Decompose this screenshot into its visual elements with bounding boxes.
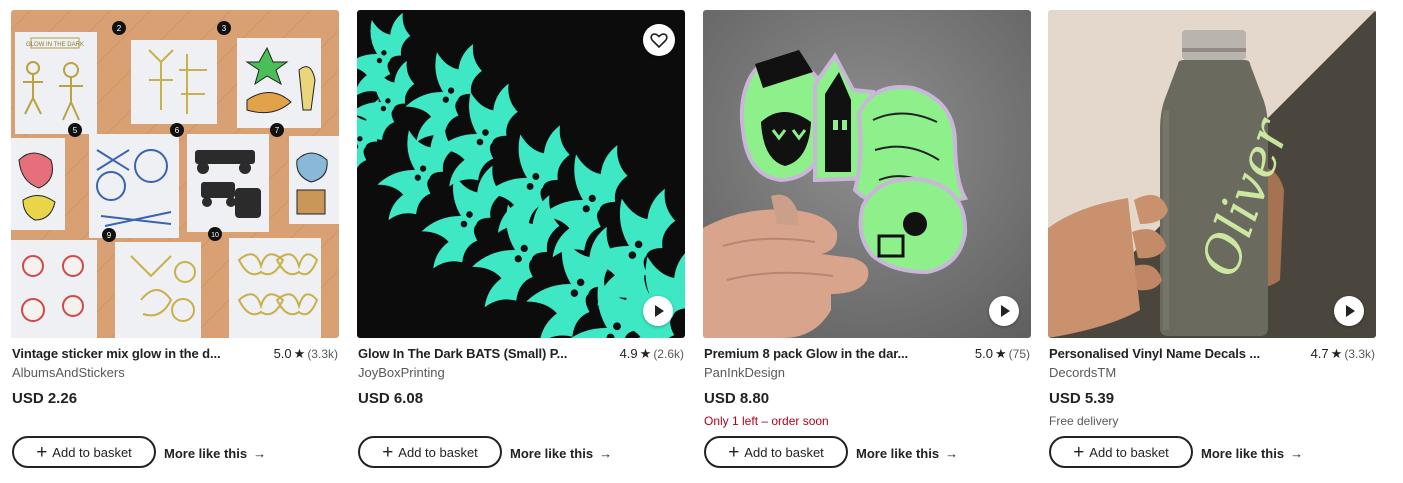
add-to-basket-button[interactable]: + Add to basket xyxy=(1049,436,1193,468)
more-like-this-link[interactable]: More like this → xyxy=(856,446,958,461)
more-like-this-label: More like this xyxy=(856,446,940,461)
play-video-button[interactable] xyxy=(1334,296,1364,326)
add-to-basket-button[interactable]: + Add to basket xyxy=(358,436,502,468)
favorite-button[interactable] xyxy=(643,24,675,56)
listing-card-1[interactable]: GLOW IN THE DARK 2 3 5 6 7 9 10 Vintage … xyxy=(11,10,339,468)
rating: 4.9 ★ (2.6k) xyxy=(620,346,684,362)
rating-score: 4.7 xyxy=(1310,346,1329,361)
star-icon: ★ xyxy=(1330,346,1343,361)
add-to-basket-label: Add to basket xyxy=(744,444,824,460)
play-video-button[interactable] xyxy=(989,296,1019,326)
more-like-this-link[interactable]: More like this → xyxy=(164,446,266,461)
price: USD 6.08 xyxy=(358,390,424,407)
sticker-sheets-photo: GLOW IN THE DARK 2 3 5 6 7 9 10 xyxy=(11,10,339,338)
listing-image-3[interactable] xyxy=(703,10,1031,338)
review-count: (2.6k) xyxy=(653,347,684,361)
shop-name: AlbumsAndStickers xyxy=(12,365,125,380)
star-icon: ★ xyxy=(639,346,652,361)
add-to-basket-label: Add to basket xyxy=(398,444,478,460)
shop-name: JoyBoxPrinting xyxy=(358,365,445,380)
arrow-right-icon: → xyxy=(1290,446,1304,461)
play-video-button[interactable] xyxy=(643,296,673,326)
glow-bats-photo xyxy=(357,10,685,338)
play-icon xyxy=(1001,305,1010,317)
review-count: (75) xyxy=(1008,347,1030,361)
price: USD 8.80 xyxy=(704,390,770,407)
heart-icon xyxy=(650,33,668,48)
more-like-this-label: More like this xyxy=(1201,446,1285,461)
arrow-right-icon: → xyxy=(945,446,959,461)
scarcity-notice: Only 1 left – order soon xyxy=(704,414,829,428)
halloween-stickers-photo xyxy=(703,10,1031,338)
add-to-basket-label: Add to basket xyxy=(1089,444,1169,460)
listing-image-4[interactable]: Oliver xyxy=(1048,10,1376,338)
more-like-this-label: More like this xyxy=(164,446,248,461)
listing-title[interactable]: Premium 8 pack Glow in the dar... xyxy=(704,346,926,361)
rating: 4.7 ★ (3.3k) xyxy=(1311,346,1375,362)
free-delivery-badge: Free delivery xyxy=(1049,414,1119,428)
add-to-basket-button[interactable]: + Add to basket xyxy=(12,436,156,468)
sheet-number: 6 xyxy=(175,126,180,135)
play-icon xyxy=(655,305,664,317)
listing-image-2[interactable] xyxy=(357,10,685,338)
rating-score: 5.0 xyxy=(273,346,292,361)
review-count: (3.3k) xyxy=(307,347,338,361)
plus-icon: + xyxy=(1073,441,1085,463)
listing-image-1[interactable]: GLOW IN THE DARK 2 3 5 6 7 9 10 xyxy=(11,10,339,338)
rating-score: 4.9 xyxy=(619,346,638,361)
plus-icon: + xyxy=(728,441,740,463)
name-decal-bottle-photo: Oliver xyxy=(1048,10,1376,338)
sheet-heading-text: GLOW IN THE DARK xyxy=(26,42,84,48)
price: USD 2.26 xyxy=(12,390,78,407)
play-icon xyxy=(1346,305,1355,317)
plus-icon: + xyxy=(382,441,394,463)
more-like-this-label: More like this xyxy=(510,446,594,461)
listing-title[interactable]: Glow In The Dark BATS (Small) P... xyxy=(358,346,580,361)
sheet-number: 10 xyxy=(211,232,219,239)
rating-score: 5.0 xyxy=(974,346,993,361)
plus-icon: + xyxy=(36,441,48,463)
rating: 5.0 ★ (3.3k) xyxy=(274,346,338,362)
sheet-number: 9 xyxy=(107,231,112,240)
sheet-number: 3 xyxy=(222,24,227,33)
sheet-number: 7 xyxy=(275,126,280,135)
listing-card-3[interactable]: Premium 8 pack Glow in the dar... 5.0 ★ (7… xyxy=(703,10,1031,468)
sheet-number: 2 xyxy=(117,24,122,33)
shop-name: PanInkDesign xyxy=(704,365,785,380)
arrow-right-icon: → xyxy=(253,446,267,461)
shop-name: DecordsTM xyxy=(1049,365,1117,380)
listing-title[interactable]: Vintage sticker mix glow in the d... xyxy=(12,346,234,361)
star-icon: ★ xyxy=(293,346,306,361)
listing-title[interactable]: Personalised Vinyl Name Decals ... xyxy=(1049,346,1271,361)
more-like-this-link[interactable]: More like this → xyxy=(1201,446,1303,461)
sheet-number: 5 xyxy=(73,126,78,135)
arrow-right-icon: → xyxy=(599,446,613,461)
listing-card-2[interactable]: Glow In The Dark BATS (Small) P... 4.9 ★(… xyxy=(357,10,685,468)
add-to-basket-label: Add to basket xyxy=(52,444,132,460)
price: USD 5.39 xyxy=(1049,390,1115,407)
more-like-this-link[interactable]: More like this → xyxy=(510,446,612,461)
listing-card-4[interactable]: Oliver Personalised Vinyl Name Decals ..… xyxy=(1048,10,1376,468)
review-count: (3.3k) xyxy=(1344,347,1375,361)
rating: 5.0 ★ (75) xyxy=(975,346,1030,362)
star-icon: ★ xyxy=(995,346,1007,361)
add-to-basket-button[interactable]: + Add to basket xyxy=(704,436,848,468)
